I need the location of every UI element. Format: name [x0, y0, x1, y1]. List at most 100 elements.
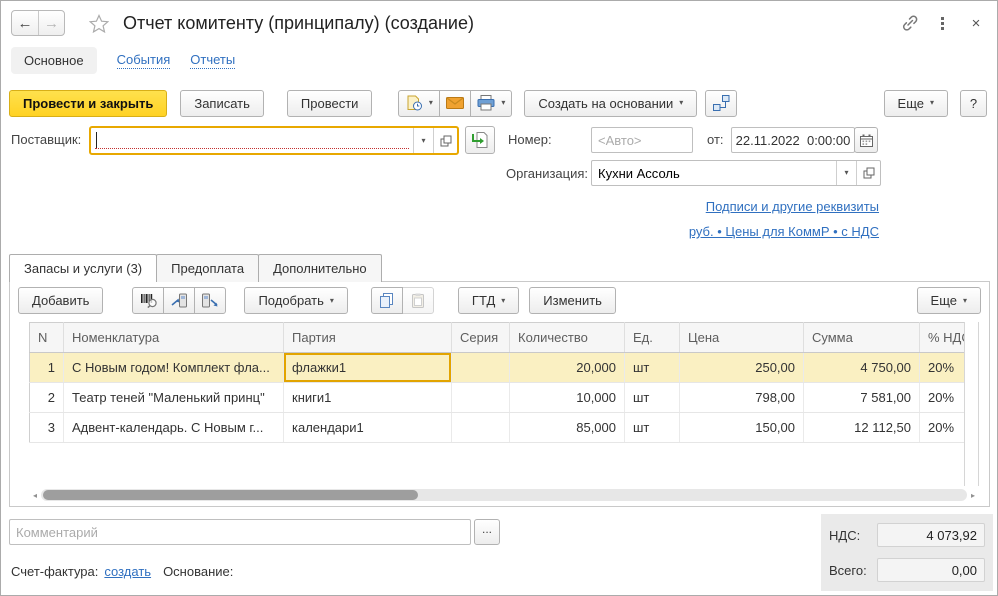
- cell-quantity[interactable]: 85,000: [510, 413, 625, 443]
- paste-rows-button[interactable]: [402, 287, 434, 314]
- pick-button[interactable]: Подобрать ▾: [244, 287, 347, 314]
- caret-down-icon: ▾: [501, 297, 505, 305]
- get-link-icon[interactable]: [897, 11, 923, 35]
- open-form-icon: [440, 135, 452, 147]
- organization-input[interactable]: [592, 161, 836, 185]
- related-documents-button[interactable]: [705, 90, 737, 117]
- scroll-left-icon[interactable]: ◂: [29, 491, 41, 500]
- more-button[interactable]: Еще ▾: [884, 90, 948, 117]
- tab-goods-services[interactable]: Запасы и услуги (3): [9, 254, 157, 282]
- tab-prepayment[interactable]: Предоплата: [156, 254, 259, 282]
- close-icon[interactable]: ×: [963, 11, 989, 35]
- cell-sum[interactable]: 7 581,00: [804, 383, 920, 413]
- cell-nomenclature[interactable]: С Новым годом! Комплект фла...: [64, 353, 284, 383]
- post-button[interactable]: Провести: [287, 90, 373, 117]
- fill-button[interactable]: [465, 126, 495, 154]
- col-price[interactable]: Цена: [680, 323, 804, 353]
- tab-main[interactable]: Основное: [11, 47, 97, 74]
- col-n[interactable]: N: [30, 323, 64, 353]
- cell-series[interactable]: [452, 383, 510, 413]
- cell-vat[interactable]: 20%: [920, 383, 965, 413]
- comment-expand-button[interactable]: ...: [474, 519, 500, 545]
- prices-currency-link[interactable]: руб. • Цены для КоммР • с НДС: [689, 224, 879, 239]
- col-quantity[interactable]: Количество: [510, 323, 625, 353]
- tab-events[interactable]: События: [117, 52, 171, 69]
- col-nomenclature[interactable]: Номенклатура: [64, 323, 284, 353]
- write-button[interactable]: Записать: [180, 90, 264, 117]
- cell-series[interactable]: [452, 353, 510, 383]
- post-and-close-button[interactable]: Провести и закрыть: [9, 90, 167, 117]
- add-row-button[interactable]: Добавить: [18, 287, 103, 314]
- title-bar: ← → Отчет комитенту (принципалу) (создан…: [11, 7, 989, 39]
- table-more-button[interactable]: Еще ▾: [917, 287, 981, 314]
- cell-n[interactable]: 1: [30, 353, 64, 383]
- cell-n[interactable]: 2: [30, 383, 64, 413]
- copy-rows-button[interactable]: [371, 287, 403, 314]
- postpone-button[interactable]: ▾: [398, 90, 440, 117]
- date-input[interactable]: [731, 127, 855, 153]
- organization-open-button[interactable]: [856, 161, 880, 185]
- cell-unit[interactable]: шт: [625, 383, 680, 413]
- more-menu-icon[interactable]: [929, 11, 955, 35]
- invoice-create-link[interactable]: создать: [104, 564, 151, 579]
- supplier-open-button[interactable]: [433, 128, 457, 153]
- cell-vat[interactable]: 20%: [920, 413, 965, 443]
- favorite-star-icon[interactable]: [89, 14, 109, 33]
- comment-input[interactable]: [9, 519, 471, 545]
- scroll-right-icon[interactable]: ▸: [967, 491, 979, 500]
- col-sum[interactable]: Сумма: [804, 323, 920, 353]
- cell-sum[interactable]: 4 750,00: [804, 353, 920, 383]
- cell-batch[interactable]: флажки1: [284, 353, 452, 383]
- table-row[interactable]: 1 С Новым годом! Комплект фла... флажки1…: [30, 353, 965, 383]
- cell-batch[interactable]: книги1: [284, 383, 452, 413]
- vertical-scrollbar[interactable]: [964, 322, 979, 486]
- total-value-field[interactable]: 0,00: [877, 558, 985, 582]
- back-button[interactable]: ←: [12, 11, 38, 35]
- cell-price[interactable]: 150,00: [680, 413, 804, 443]
- supplier-input[interactable]: [91, 128, 413, 153]
- terminal-download-button[interactable]: [194, 287, 226, 314]
- signatures-link[interactable]: Подписи и другие реквизиты: [706, 199, 879, 214]
- vat-label: НДС:: [829, 528, 877, 543]
- col-unit[interactable]: Ед.: [625, 323, 680, 353]
- gtd-button[interactable]: ГТД ▾: [458, 287, 519, 314]
- help-button[interactable]: ?: [960, 90, 987, 117]
- supplier-dropdown-button[interactable]: ▾: [413, 128, 433, 153]
- col-vat[interactable]: % НДС: [920, 323, 965, 353]
- cell-quantity[interactable]: 20,000: [510, 353, 625, 383]
- cell-unit[interactable]: шт: [625, 413, 680, 443]
- cell-quantity[interactable]: 10,000: [510, 383, 625, 413]
- scroll-track[interactable]: [41, 489, 967, 501]
- organization-dropdown-button[interactable]: ▾: [836, 161, 856, 185]
- send-email-button[interactable]: [439, 90, 471, 117]
- cell-price[interactable]: 250,00: [680, 353, 804, 383]
- date-picker-button[interactable]: [854, 127, 878, 153]
- horizontal-scrollbar[interactable]: ◂ ▸: [29, 488, 979, 502]
- cell-batch[interactable]: календари1: [284, 413, 452, 443]
- vat-value-field[interactable]: 4 073,92: [877, 523, 985, 547]
- cell-series[interactable]: [452, 413, 510, 443]
- cell-unit[interactable]: шт: [625, 353, 680, 383]
- scroll-thumb[interactable]: [43, 490, 418, 500]
- terminal-upload-button[interactable]: [163, 287, 195, 314]
- col-series[interactable]: Серия: [452, 323, 510, 353]
- invoice-label: Счет-фактура:: [11, 564, 98, 579]
- print-button[interactable]: ▾: [470, 90, 512, 117]
- forward-button[interactable]: →: [38, 11, 64, 35]
- tab-additional[interactable]: Дополнительно: [258, 254, 382, 282]
- cell-nomenclature[interactable]: Адвент-календарь. С Новым г...: [64, 413, 284, 443]
- table-row[interactable]: 3 Адвент-календарь. С Новым г... календа…: [30, 413, 965, 443]
- number-input[interactable]: [591, 127, 693, 153]
- table-row[interactable]: 2 Театр теней "Маленький принц" книги1 1…: [30, 383, 965, 413]
- barcode-scan-button[interactable]: [132, 287, 164, 314]
- cell-n[interactable]: 3: [30, 413, 64, 443]
- cell-sum[interactable]: 12 112,50: [804, 413, 920, 443]
- cell-nomenclature[interactable]: Театр теней "Маленький принц": [64, 383, 284, 413]
- col-batch[interactable]: Партия: [284, 323, 452, 353]
- cell-vat[interactable]: 20%: [920, 353, 965, 383]
- edit-button[interactable]: Изменить: [529, 287, 616, 314]
- create-based-on-button[interactable]: Создать на основании ▾: [524, 90, 697, 117]
- tab-reports[interactable]: Отчеты: [190, 52, 235, 69]
- cell-price[interactable]: 798,00: [680, 383, 804, 413]
- paste-icon: [410, 293, 426, 309]
